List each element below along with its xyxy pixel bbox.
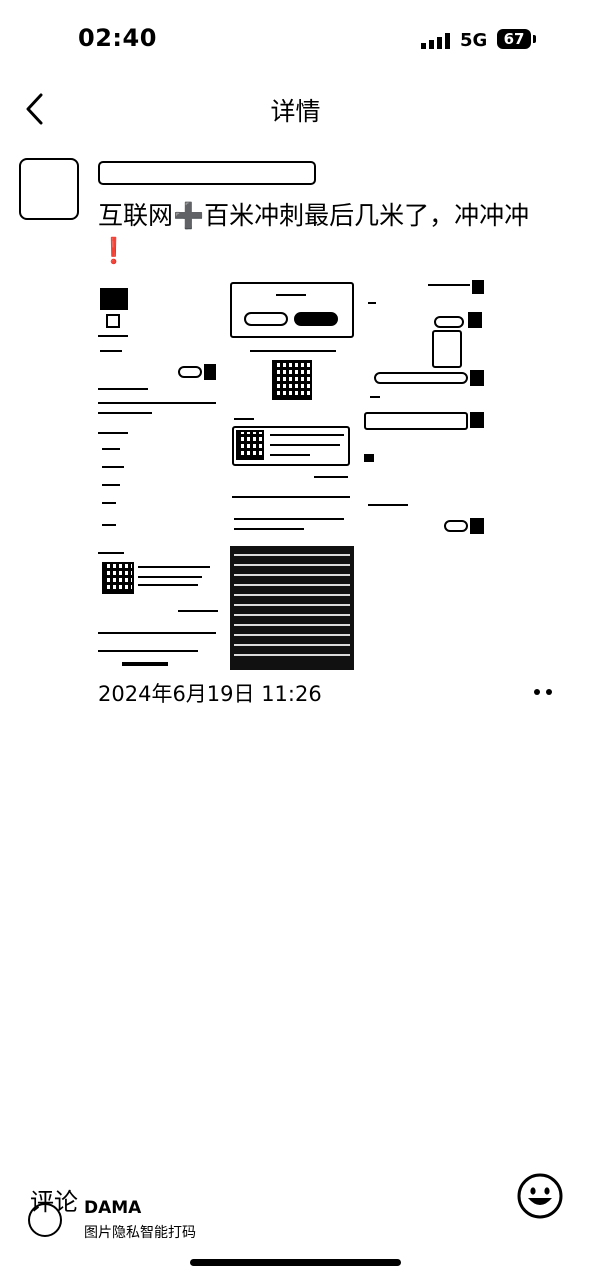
post-text-start: 互联网 — [98, 201, 174, 230]
post-image-4[interactable] — [364, 280, 488, 542]
home-indicator — [190, 1259, 401, 1266]
username-redacted[interactable] — [98, 161, 316, 185]
more-button[interactable] — [532, 687, 556, 697]
battery-icon: 67 — [497, 29, 531, 49]
post-image-2[interactable] — [230, 280, 354, 542]
network-type: 5G — [460, 30, 488, 51]
battery-tip — [533, 35, 536, 43]
emoji-button[interactable] — [516, 1172, 564, 1220]
exclamation-icon: ❗ — [98, 236, 130, 265]
comment-circle — [28, 1203, 62, 1237]
status-time: 02:40 — [78, 24, 157, 52]
more-dots-icon — [534, 689, 540, 695]
avatar[interactable] — [19, 158, 79, 220]
image-grid — [98, 280, 488, 672]
plus-icon: ➕ — [173, 201, 205, 230]
smiley-icon — [517, 1173, 563, 1219]
more-dots-icon — [546, 689, 552, 695]
page-title: 详情 — [270, 97, 321, 126]
battery-level: 67 — [503, 30, 525, 48]
status-bar: 02:40 5G 67 — [0, 0, 591, 80]
watermark-title: DAMA — [84, 1198, 142, 1218]
post-timestamp: 2024年6月19日 11:26 — [98, 682, 322, 706]
watermark-subtitle: 图片隐私智能打码 — [84, 1225, 196, 1241]
post-image-1[interactable] — [98, 280, 220, 672]
signal-icon — [421, 33, 451, 49]
post-text: 互联网➕百米冲刺最后几米了，冲冲冲 ❗ — [98, 198, 578, 268]
post-image-3[interactable] — [230, 546, 354, 670]
post-text-end: 百米冲刺最后几米了，冲冲冲 — [204, 201, 530, 230]
